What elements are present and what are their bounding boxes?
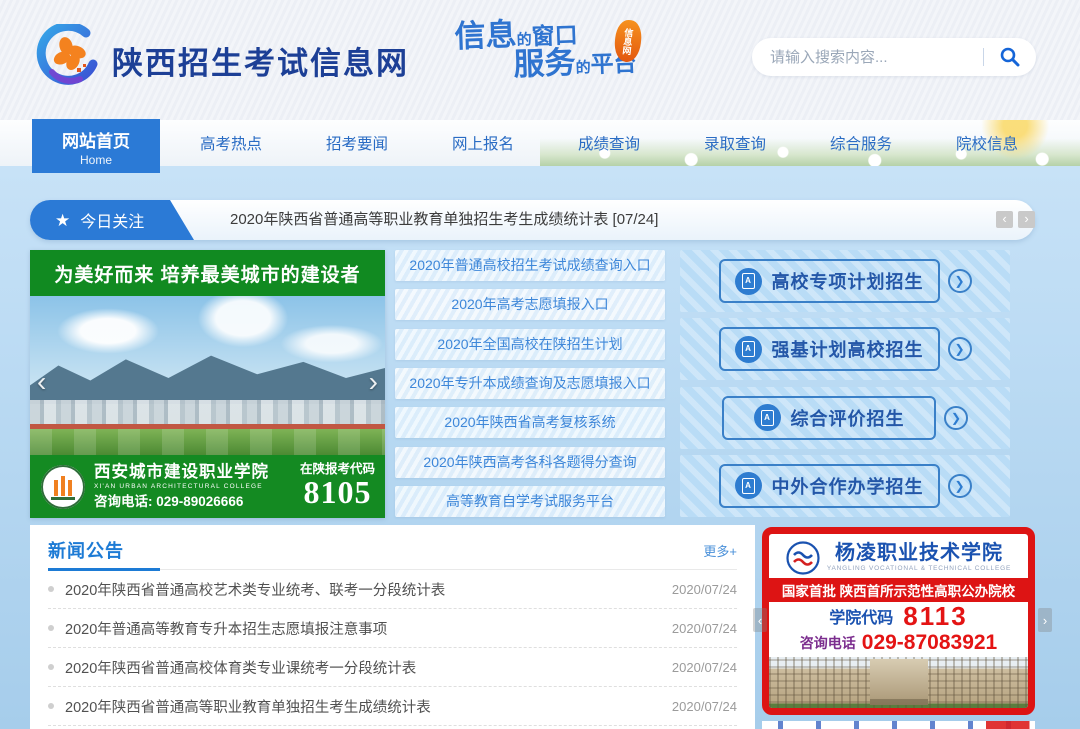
promo-buttons: A 高校专项计划招生 ❯ A 强基计划高校招生 ❯ A 综合评价招生 ❯ A 中… [680, 250, 1010, 517]
nav-tab-college-info[interactable]: 院校信息 [924, 120, 1050, 166]
focus-next-button[interactable]: › [1018, 211, 1035, 228]
ad-college-logo-icon [786, 541, 820, 575]
ad-header: 杨凌职业技术学院 YANGLING VOCATIONAL & TECHNICAL… [769, 534, 1028, 578]
search-input[interactable] [752, 49, 983, 66]
college-phone: 咨询电话: 029-89026666 [94, 494, 269, 510]
ad-college-name: 杨凌职业技术学院 [827, 543, 1011, 564]
ad-code-label: 学院代码 [829, 604, 893, 628]
ad-prev-button[interactable]: ‹ [753, 608, 767, 632]
focus-headline-link[interactable]: 2020年陕西省普通高等职业教育单独招生考生成绩统计表 [07/24] [230, 200, 658, 240]
quick-link-score-query[interactable]: 2020年普通高校招生考试成绩查询入口 [395, 250, 665, 281]
application-form-icon: A [735, 336, 762, 363]
nav-items: 高考热点 招考要闻 网上报名 成绩查询 录取查询 综合服务 院校信息 [168, 120, 1050, 166]
focus-badge: ★ 今日关注 [30, 200, 194, 240]
ad-phone-row: 咨询电话 029-87083921 [769, 630, 1028, 655]
application-form-icon: A [754, 404, 781, 431]
application-form-icon: A [735, 268, 762, 295]
arrow-circle-icon[interactable]: ❯ [948, 474, 972, 498]
bullet-icon [48, 664, 54, 670]
promo-button-special-plan[interactable]: A 高校专项计划招生 [719, 259, 940, 303]
focus-badge-edge [170, 200, 194, 240]
promo-panel: A 中外合作办学招生 ❯ [680, 455, 1010, 517]
quick-links: 2020年普通高校招生考试成绩查询入口 2020年高考志愿填报入口 2020年全… [395, 250, 665, 517]
nav-tab-score-inquiry[interactable]: 成绩查询 [546, 120, 672, 166]
news-title: 新闻公告 [48, 537, 124, 563]
carousel-next-button[interactable]: › [369, 368, 378, 396]
ad-code-value: 8113 [903, 601, 967, 632]
nav-tab-home-label: 网站首页 [32, 127, 160, 152]
ad-phone-label: 咨询电话 [800, 633, 856, 653]
nav-tab-home[interactable]: 网站首页 Home [32, 119, 160, 173]
promo-button-sino-foreign[interactable]: A 中外合作办学招生 [719, 464, 940, 508]
news-item[interactable]: 2020年陕西省普通高等职业教育单独招生考生成绩统计表 2020/07/24 [48, 687, 737, 726]
campus-building [870, 659, 928, 705]
nav-tab-online-registration[interactable]: 网上报名 [420, 120, 546, 166]
photo-mountains [30, 342, 385, 404]
bullet-icon [48, 586, 54, 592]
ad-next-button[interactable]: › [1038, 608, 1052, 632]
quick-link-self-study-exam[interactable]: 高等教育自学考试服务平台 [395, 486, 665, 517]
news-panel: 新闻公告 更多+ 2020年陕西省普通高校艺术类专业统考、联考一分段统计表 20… [30, 525, 755, 729]
ad-slogan-band: 国家首批 陕西首所示范性高职公办院校 [769, 578, 1028, 602]
ad-campus-photo [769, 657, 1028, 710]
nav-tab-gaokao-hotspots[interactable]: 高考热点 [168, 120, 294, 166]
carousel-banner-text: 为美好而来 培养最美城市的建设者 [30, 250, 385, 296]
promo-button-strong-base[interactable]: A 强基计划高校招生 [719, 327, 940, 371]
application-form-icon: A [735, 472, 762, 499]
bullet-icon [48, 625, 54, 631]
news-item[interactable]: 2020年陕西省普通高校艺术类专业统考、联考一分段统计表 2020/07/24 [48, 570, 737, 609]
focus-bar: ★ 今日关注 2020年陕西省普通高等职业教育单独招生考生成绩统计表 [07/2… [30, 200, 1035, 240]
nav-tab-home-sublabel: Home [32, 153, 160, 167]
site-logo-icon [36, 24, 100, 88]
arrow-circle-icon[interactable]: ❯ [948, 337, 972, 361]
carousel-prev-button[interactable]: ‹ [37, 368, 46, 396]
nav-tab-admission-inquiry[interactable]: 录取查询 [672, 120, 798, 166]
college-code: 8105 [300, 476, 375, 510]
arrow-circle-icon[interactable]: ❯ [948, 269, 972, 293]
search-button[interactable] [984, 38, 1036, 76]
star-icon: ★ [55, 212, 70, 229]
search-icon [999, 46, 1021, 68]
quick-link-subject-scores[interactable]: 2020年陕西高考各科各题得分查询 [395, 447, 665, 478]
arrow-circle-icon[interactable]: ❯ [944, 406, 968, 430]
site-title: 陕西招生考试信息网 [112, 38, 409, 83]
quick-link-volunteer-fill[interactable]: 2020年高考志愿填报入口 [395, 289, 665, 320]
ad-phone-value: 029-87083921 [862, 631, 997, 655]
promo-panel: A 高校专项计划招生 ❯ [680, 250, 1010, 312]
promo-panel: A 强基计划高校招生 ❯ [680, 318, 1010, 380]
college-name: 西安城市建设职业学院 [94, 463, 269, 482]
nav-tab-enrollment-news[interactable]: 招考要闻 [294, 120, 420, 166]
news-more-link[interactable]: 更多+ [703, 541, 737, 560]
quick-link-review-system[interactable]: 2020年陕西省高考复核系统 [395, 407, 665, 438]
ad-college-name-en: YANGLING VOCATIONAL & TECHNICAL COLLEGE [827, 566, 1011, 573]
focus-badge-label: 今日关注 [80, 208, 144, 232]
news-header: 新闻公告 更多+ [48, 525, 737, 570]
promo-panel: A 综合评价招生 ❯ [680, 387, 1010, 449]
photo-sports-field [30, 429, 385, 455]
nav-tab-comprehensive-services[interactable]: 综合服务 [798, 120, 924, 166]
quick-link-enrollment-plan[interactable]: 2020年全国高校在陕招生计划 [395, 329, 665, 360]
site-header: 陕西招生考试信息网 信息的窗口 服务的平台 信息网 [0, 0, 1080, 120]
carousel-ad[interactable]: 为美好而来 培养最美城市的建设者 ‹ › 西安城市建设职业学院 XI'AN UR… [30, 250, 385, 518]
college-logo-icon [40, 464, 86, 510]
college-ad[interactable]: 杨凌职业技术学院 YANGLING VOCATIONAL & TECHNICAL… [762, 527, 1035, 715]
site-slogan: 信息的窗口 服务的平台 [454, 12, 686, 84]
search-box [752, 38, 1036, 76]
partial-banner [762, 721, 1035, 729]
carousel-photo [30, 296, 385, 455]
news-item[interactable]: 2020年陕西省普通高校体育类专业课统考一分段统计表 2020/07/24 [48, 648, 737, 687]
college-name-en: XI'AN URBAN ARCHITECTURAL COLLEGE [94, 483, 269, 490]
promo-button-comprehensive-eval[interactable]: A 综合评价招生 [722, 396, 936, 440]
photo-city-skyline [30, 400, 385, 426]
focus-prev-button[interactable]: ‹ [996, 211, 1013, 228]
bullet-icon [48, 703, 54, 709]
slogan-text: 信息 [454, 17, 517, 54]
news-item[interactable]: 2020年普通高等教育专升本招生志愿填报注意事项 2020/07/24 [48, 609, 737, 648]
ad-code-row: 学院代码 8113 [769, 602, 1028, 630]
carousel-college-bar: 西安城市建设职业学院 XI'AN URBAN ARCHITECTURAL COL… [30, 455, 385, 518]
news-title-underline [48, 568, 160, 571]
quick-link-zhuanshengben[interactable]: 2020年专升本成绩查询及志愿填报入口 [395, 368, 665, 399]
